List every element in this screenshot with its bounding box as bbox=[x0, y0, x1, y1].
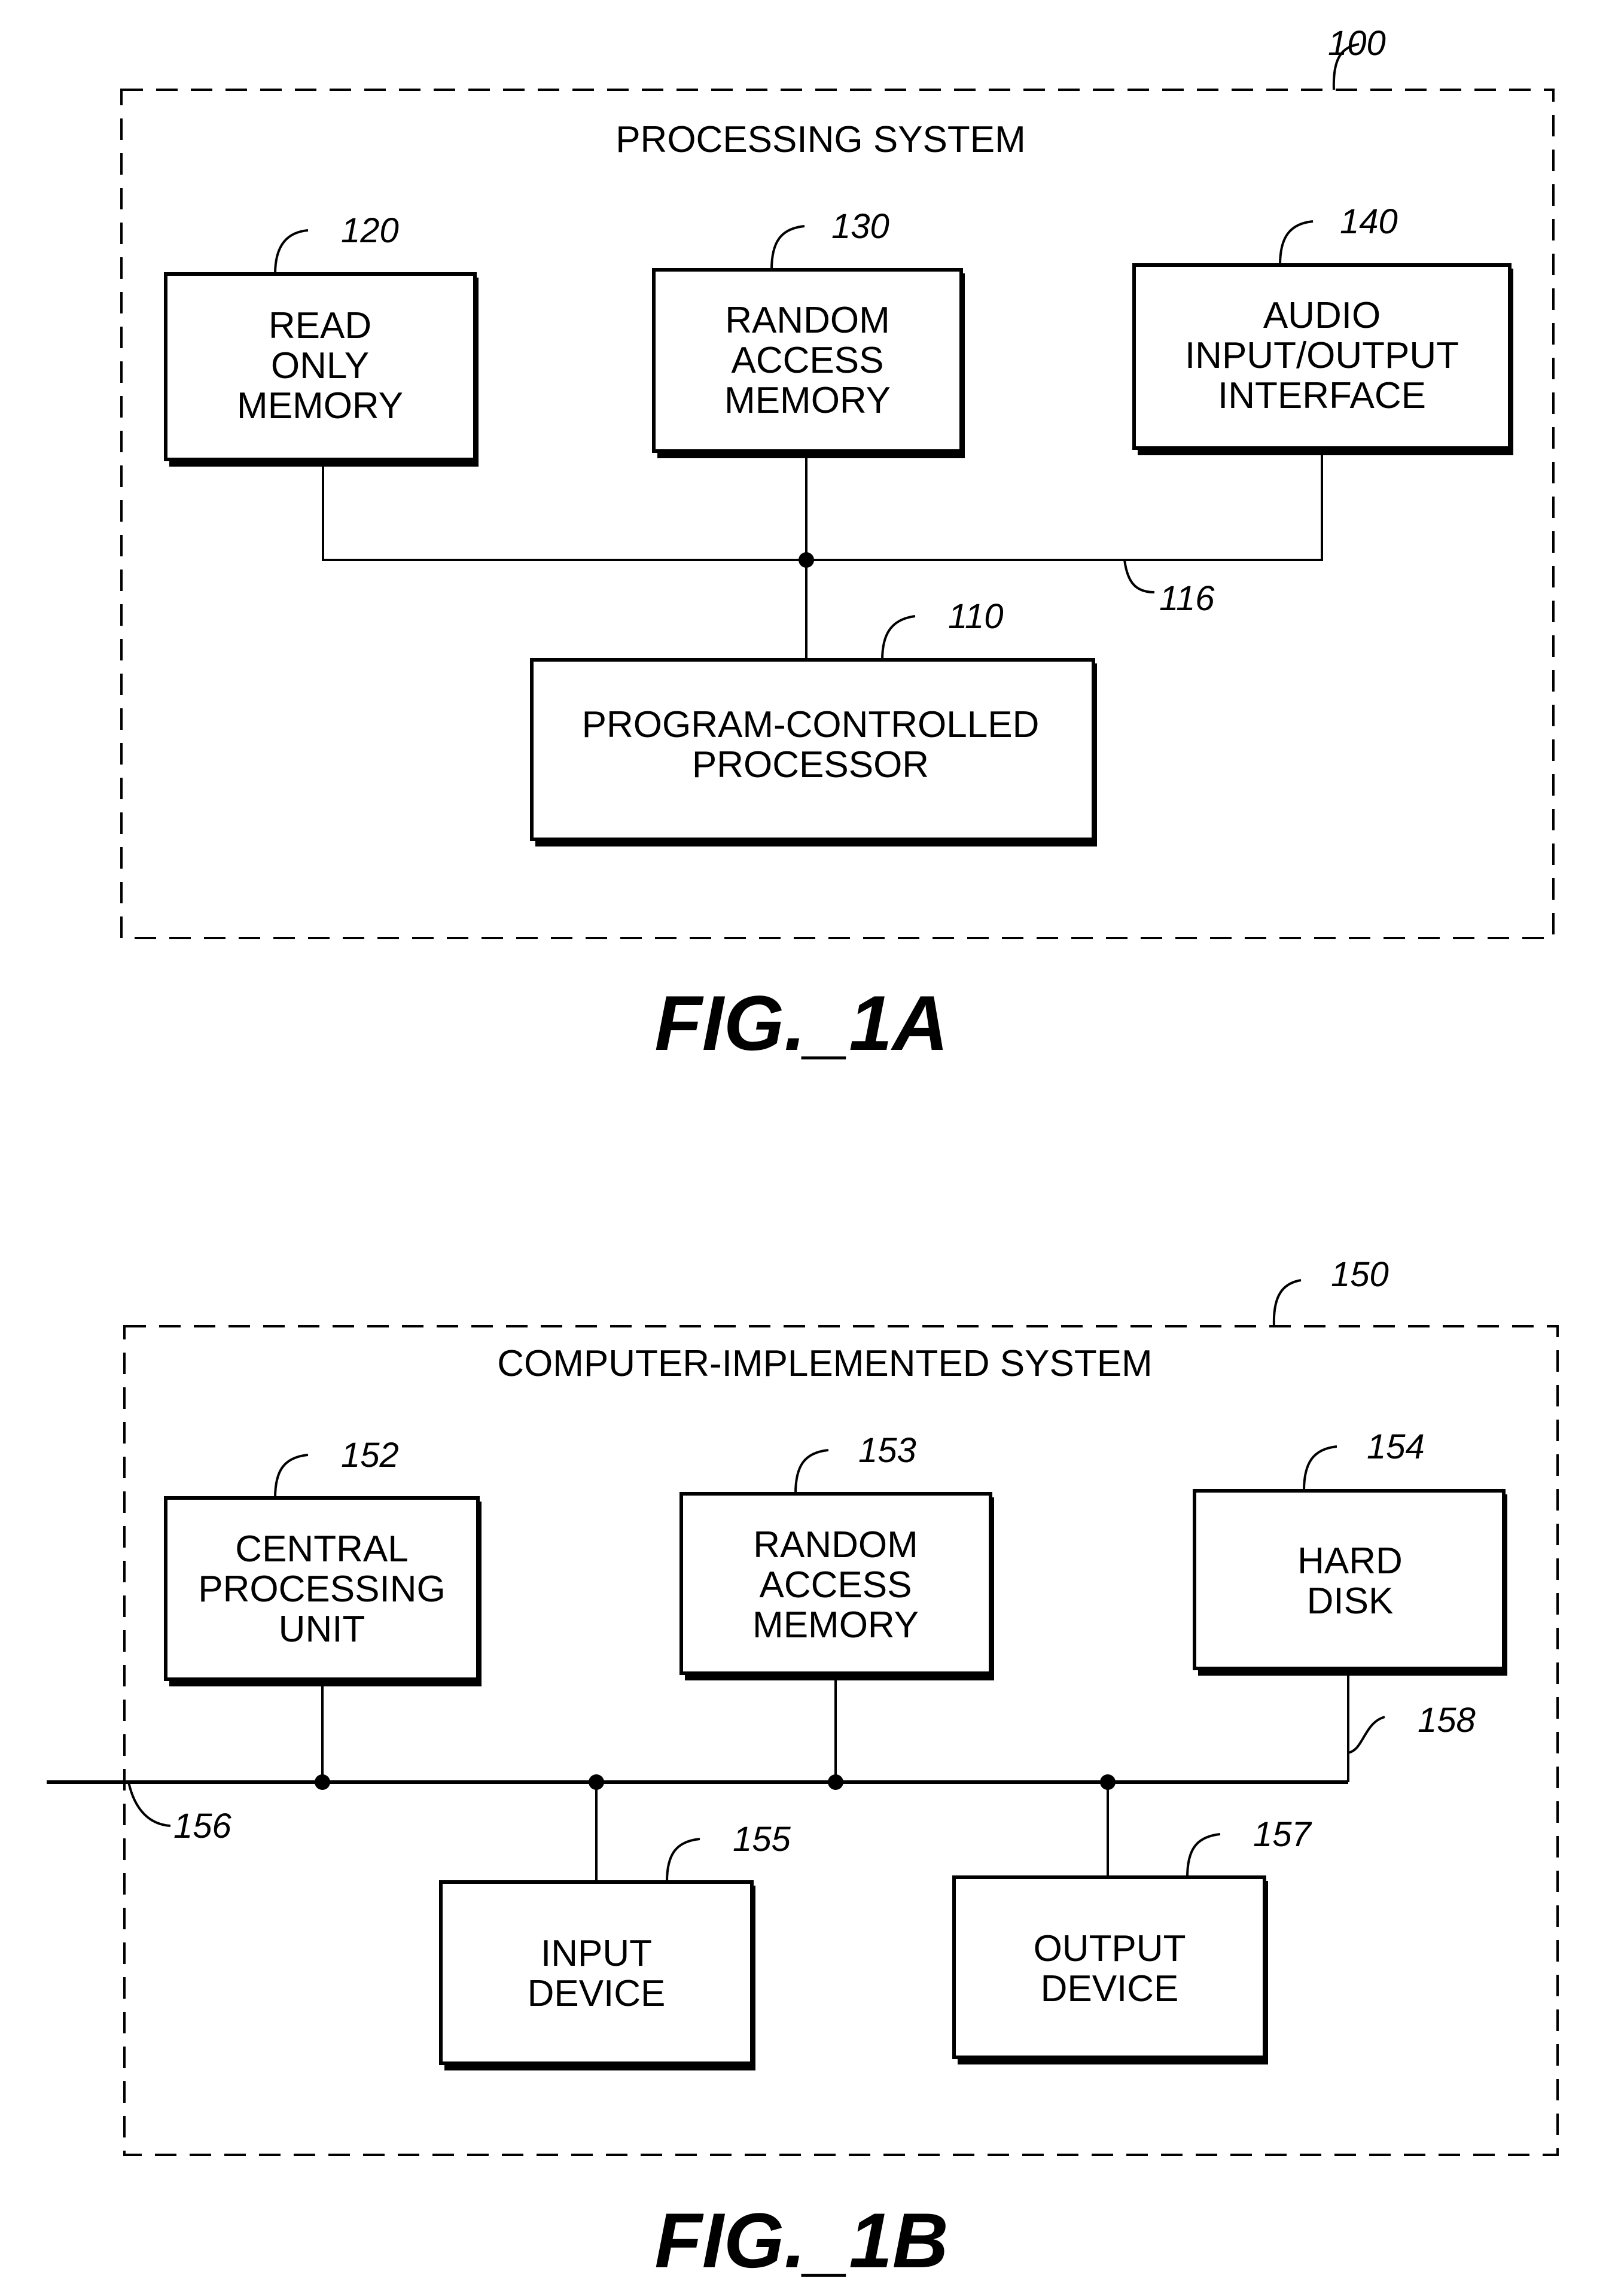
ref-leader-155 bbox=[666, 1838, 700, 1883]
ref-150: 150 bbox=[1331, 1255, 1389, 1294]
ref-158: 158 bbox=[1418, 1701, 1476, 1740]
block-label-line: INPUT bbox=[541, 1933, 652, 1974]
ref-leader-153 bbox=[794, 1449, 829, 1494]
ref-leader-150 bbox=[1272, 1279, 1302, 1327]
ref-157: 157 bbox=[1253, 1815, 1313, 1854]
ref-110: 110 bbox=[948, 597, 1003, 636]
block-label-line: ACCESS bbox=[732, 340, 884, 381]
block-label-line: DISK bbox=[1307, 1581, 1394, 1622]
block-label-line: UNIT bbox=[279, 1609, 365, 1650]
block-label-line: OUTPUT bbox=[1034, 1928, 1186, 1969]
block-label-line: INPUT/OUTPUT bbox=[1185, 335, 1459, 376]
ref-152: 152 bbox=[341, 1436, 399, 1475]
figure-caption-1b: FIG._1B bbox=[654, 2197, 948, 2284]
block-output-device: 157 OUTPUT DEVICE bbox=[952, 1815, 1313, 2064]
ref-140: 140 bbox=[1340, 202, 1398, 241]
block-hard-disk: 154 HARD DISK bbox=[1193, 1427, 1507, 1676]
block-random-access-memory: 130 RANDOM ACCESS MEMORY bbox=[652, 207, 965, 458]
ref-100: 100 bbox=[1328, 24, 1386, 63]
system-bus-116 bbox=[322, 452, 1323, 561]
bus-junction bbox=[1100, 1774, 1116, 1790]
ref-leader-157 bbox=[1186, 1833, 1221, 1878]
ref-leader-152 bbox=[274, 1454, 309, 1499]
block-label-line: MEMORY bbox=[752, 1604, 919, 1646]
bus-junction bbox=[799, 552, 814, 568]
ref-leader-156 bbox=[127, 1782, 171, 1827]
ref-leader-110 bbox=[881, 615, 916, 660]
block-central-processing-unit: 152 CENTRAL PROCESSING UNIT bbox=[164, 1436, 482, 1686]
ref-leader-154 bbox=[1303, 1445, 1337, 1491]
ref-153: 153 bbox=[858, 1431, 916, 1470]
block-label-line: AUDIO bbox=[1263, 295, 1381, 336]
figure-1b: 150 COMPUTER-IMPLEMENTED SYSTEM 156 158 … bbox=[47, 1255, 1559, 2284]
ref-leader-120 bbox=[274, 229, 309, 275]
bus-junction bbox=[589, 1774, 604, 1790]
block-label-line: RANDOM bbox=[725, 300, 890, 341]
ref-leader-158 bbox=[1348, 1716, 1385, 1754]
block-label-line: MEMORY bbox=[724, 380, 891, 421]
ref-leader-130 bbox=[770, 225, 805, 270]
block-audio-io-interface: 140 AUDIO INPUT/OUTPUT INTERFACE bbox=[1132, 202, 1513, 455]
ref-155: 155 bbox=[733, 1820, 791, 1859]
block-label-line: INTERFACE bbox=[1218, 375, 1426, 416]
ref-154: 154 bbox=[1367, 1427, 1425, 1466]
block-read-only-memory: 120 READ ONLY MEMORY bbox=[164, 211, 479, 467]
block-input-device: 155 INPUT DEVICE bbox=[439, 1820, 791, 2070]
patent-drawing-sheet: 100 PROCESSING SYSTEM 116 120 READ ONLY … bbox=[47, 24, 1559, 2284]
block-label-line: DEVICE bbox=[1041, 1968, 1179, 2009]
block-label-line: CENTRAL bbox=[235, 1528, 408, 1570]
ref-leader-116 bbox=[1123, 559, 1155, 593]
block-label-line: DEVICE bbox=[528, 1973, 666, 2014]
processing-system-title: PROCESSING SYSTEM bbox=[615, 119, 1026, 160]
block-label-line: RANDOM bbox=[753, 1524, 918, 1566]
block-label-line: READ bbox=[269, 305, 371, 346]
block-label-line: PROGRAM-CONTROLLED bbox=[582, 704, 1040, 745]
block-label-line: HARD bbox=[1297, 1540, 1403, 1582]
block-random-access-memory: 153 RANDOM ACCESS MEMORY bbox=[679, 1431, 994, 1680]
ref-leader-140 bbox=[1279, 220, 1314, 266]
ref-120: 120 bbox=[341, 211, 399, 250]
block-label-line: MEMORY bbox=[237, 385, 403, 427]
figure-1a: 100 PROCESSING SYSTEM 116 120 READ ONLY … bbox=[120, 24, 1555, 1067]
block-label-line: PROCESSOR bbox=[692, 744, 929, 785]
block-program-controlled-processor: 110 PROGRAM-CONTROLLED PROCESSOR bbox=[530, 597, 1097, 846]
block-label-line: ONLY bbox=[271, 345, 369, 386]
computer-system-title: COMPUTER-IMPLEMENTED SYSTEM bbox=[497, 1343, 1152, 1384]
computer-system-boundary bbox=[123, 1325, 1559, 2156]
block-label-line: PROCESSING bbox=[198, 1569, 445, 1610]
ref-116: 116 bbox=[1159, 579, 1215, 618]
bus-junction bbox=[828, 1774, 843, 1790]
ref-156: 156 bbox=[173, 1807, 232, 1846]
ref-130: 130 bbox=[831, 207, 889, 246]
block-label-line: ACCESS bbox=[760, 1564, 912, 1606]
figure-caption-1a: FIG._1A bbox=[654, 979, 948, 1067]
bus-junction bbox=[315, 1774, 330, 1790]
